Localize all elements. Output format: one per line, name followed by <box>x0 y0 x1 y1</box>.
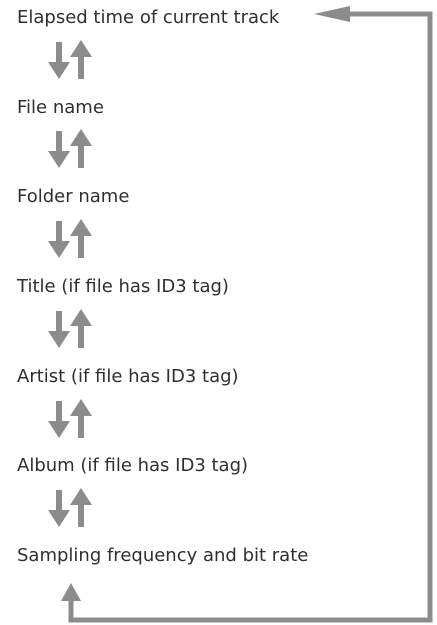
down-arrow-icon <box>48 221 70 258</box>
arrow-pair-2 <box>48 129 92 168</box>
up-arrow-icon <box>70 488 92 527</box>
arrow-pair-5 <box>48 399 92 438</box>
down-arrow-icon <box>48 42 70 79</box>
arrow-pair-1 <box>48 40 92 79</box>
loop-bottom-arrowhead-icon <box>61 583 81 601</box>
down-arrow-icon <box>48 311 70 348</box>
down-arrow-icon <box>48 401 70 438</box>
loop-top-arrowhead-icon <box>314 6 350 22</box>
up-arrow-icon <box>70 219 92 258</box>
arrow-pair-6 <box>48 488 92 527</box>
down-arrow-icon <box>48 131 70 168</box>
connector-arrows <box>48 6 433 623</box>
arrow-pair-3 <box>48 219 92 258</box>
up-arrow-icon <box>70 399 92 438</box>
display-cycle-diagram: Elapsed time of current track File name … <box>0 0 437 625</box>
down-arrow-icon <box>48 490 70 527</box>
up-arrow-icon <box>70 40 92 79</box>
up-arrow-icon <box>70 309 92 348</box>
arrow-pair-4 <box>48 309 92 348</box>
up-arrow-icon <box>70 129 92 168</box>
loop-back-arrow <box>61 6 433 623</box>
